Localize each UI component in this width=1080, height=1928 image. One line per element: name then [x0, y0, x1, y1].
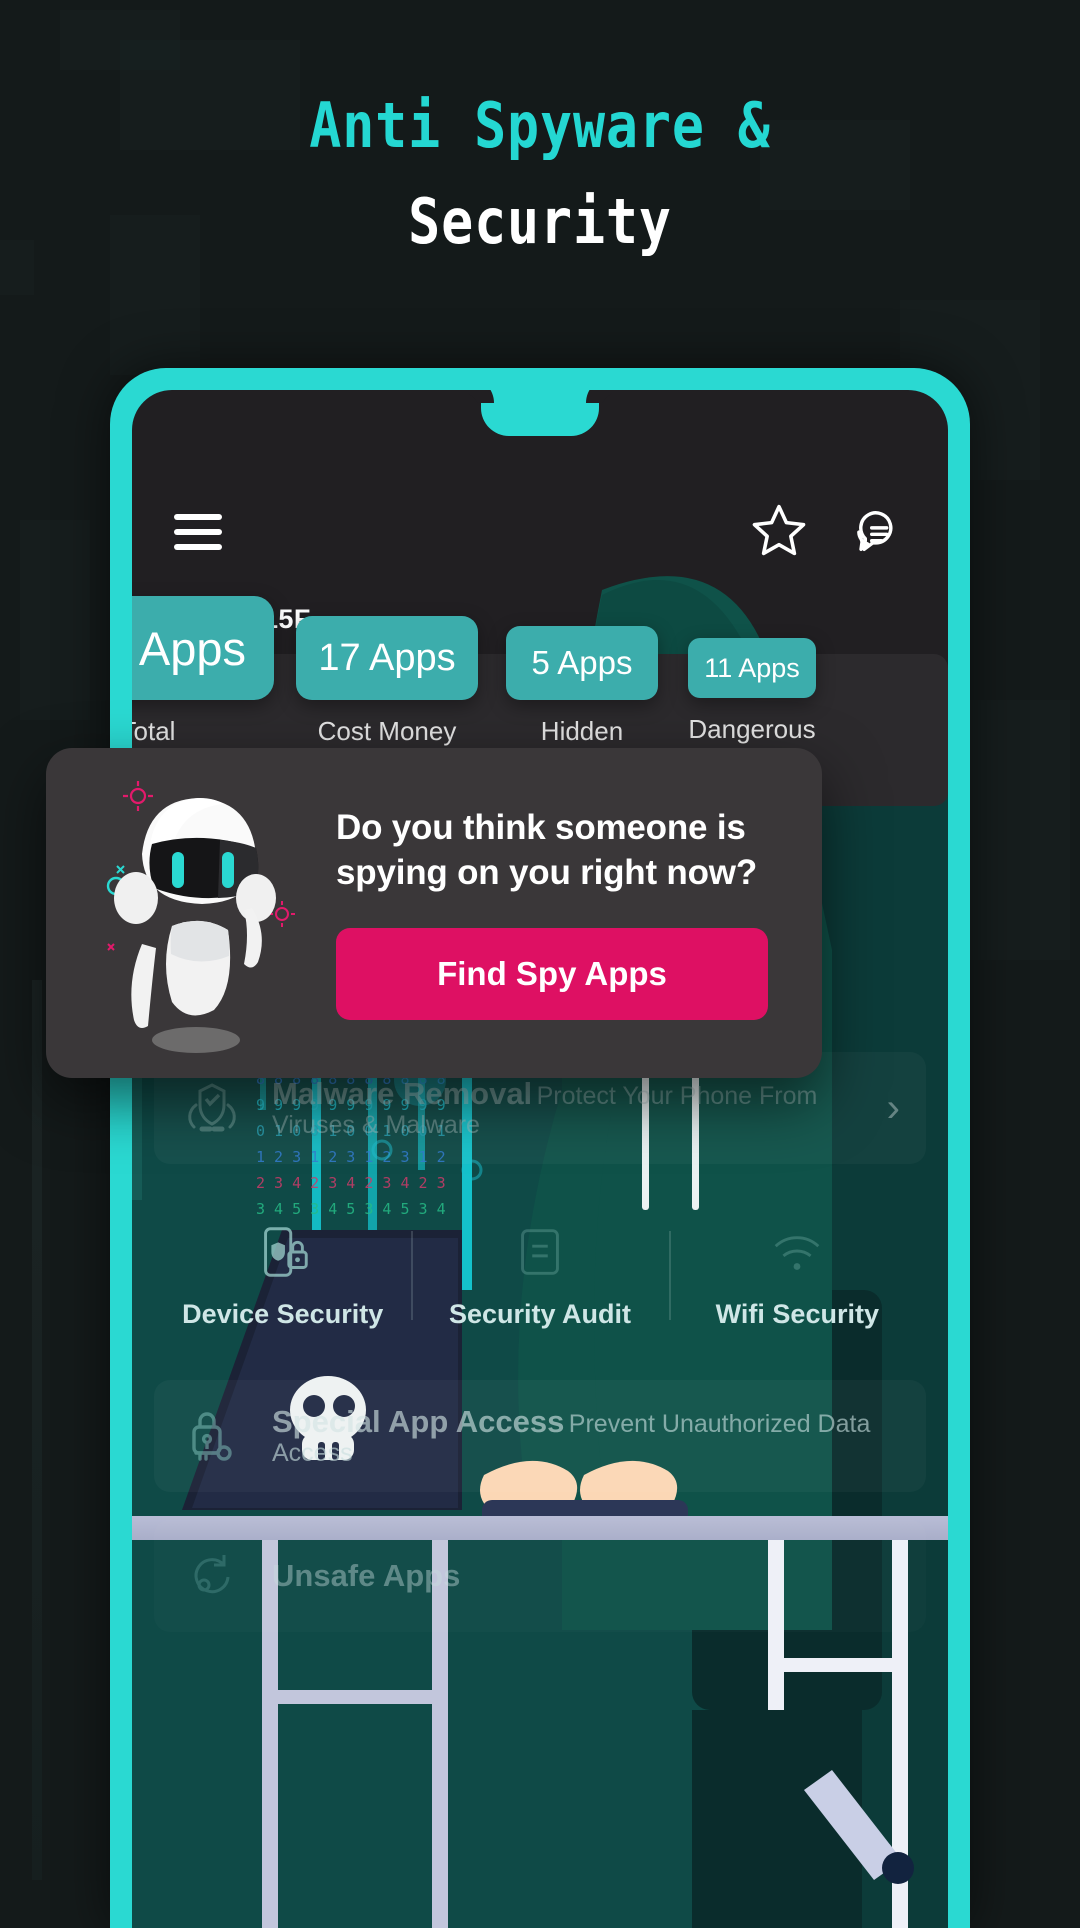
robot-mascot-illustration: [80, 748, 328, 1078]
stat-label: Cost Money: [317, 716, 457, 746]
chat-bubble-icon[interactable]: [846, 500, 906, 565]
wifi-icon: [766, 1221, 828, 1283]
stat-label: Hidden: [540, 716, 624, 746]
phone-shield-lock-icon: [252, 1221, 314, 1283]
chevron-right-icon: ›: [886, 1086, 900, 1130]
feature-texts: Malware Removal Protect Your Phone From …: [272, 1076, 861, 1141]
stat-value: 5 Apps: [506, 626, 658, 700]
quick-action-wifi-security[interactable]: Wifi Security: [668, 1221, 926, 1330]
headline-line-1: Anti Spyware &: [309, 89, 771, 162]
stat-label: Dangerous: [688, 714, 816, 744]
quick-action-label: Security Audit: [448, 1298, 631, 1329]
quick-action-label: Device Security: [182, 1298, 384, 1329]
quick-action-security-audit[interactable]: Security Audit: [411, 1221, 668, 1330]
stat-dangerous[interactable]: 11 Apps Dangerous: [688, 638, 816, 745]
quick-action-device-security[interactable]: Device Security: [154, 1221, 411, 1330]
feature-title: Special App Access: [272, 1403, 565, 1439]
stat-value: 11 Apps: [688, 638, 816, 698]
feature-row-unsafe-apps[interactable]: Unsafe Apps: [154, 1520, 926, 1632]
stat-label: Total: [132, 716, 176, 746]
feature-row-special-app-access[interactable]: Special App Access Prevent Unauthorized …: [154, 1380, 926, 1492]
app-bar: [132, 486, 948, 578]
stat-total[interactable]: 464 Apps Total: [132, 596, 274, 747]
feature-title: Malware Removal: [272, 1075, 533, 1111]
star-icon[interactable]: [750, 501, 808, 564]
quick-action-label: Wifi Security: [715, 1298, 879, 1329]
stat-cost-money[interactable]: 17 Apps Cost Money: [296, 616, 478, 747]
quick-actions-row: Device Security Security Audit Wifi Secu…: [154, 1200, 926, 1350]
audit-icon: [509, 1221, 571, 1283]
feature-texts: Unsafe Apps: [272, 1558, 900, 1594]
stat-value: 17 Apps: [296, 616, 478, 700]
promo-content: Do you think someone is spying on you ri…: [328, 806, 788, 1020]
page-title: Anti Spyware & Security: [0, 78, 1080, 270]
promo-card: Do you think someone is spying on you ri…: [46, 748, 822, 1078]
feature-title: Unsafe Apps: [272, 1558, 461, 1594]
refresh-shield-icon: [180, 1543, 246, 1609]
shield-in-hands-icon: [180, 1075, 246, 1141]
phone-screen: 1 2 3 1 1 2 1 1 2 7 1 5 3 7 1 2 3 1 1 3 …: [132, 390, 948, 1928]
hamburger-menu-icon[interactable]: [174, 510, 230, 554]
app-bar-actions: [750, 500, 906, 565]
find-spy-apps-button[interactable]: Find Spy Apps: [336, 927, 768, 1020]
stat-hidden[interactable]: 5 Apps Hidden: [506, 626, 658, 747]
headline-line-2: Security: [408, 185, 672, 258]
promo-title: Do you think someone is spying on you ri…: [336, 808, 757, 892]
feature-texts: Special App Access Prevent Unauthorized …: [272, 1404, 900, 1469]
lock-and-key-icon: [180, 1403, 246, 1469]
background-accent-bar: [32, 980, 42, 1880]
phone-mockup: 1 2 3 1 1 2 1 1 2 7 1 5 3 7 1 2 3 1 1 3 …: [110, 368, 970, 1928]
stat-value: 464 Apps: [132, 596, 274, 700]
